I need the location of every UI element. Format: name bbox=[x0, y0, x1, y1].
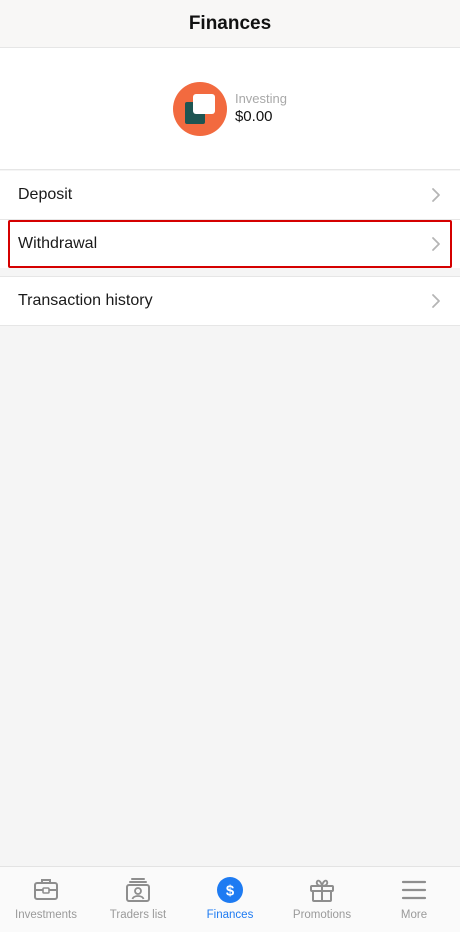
header: Finances bbox=[0, 0, 460, 48]
hamburger-icon bbox=[401, 880, 427, 900]
tab-label: Traders list bbox=[109, 909, 167, 921]
tab-finances[interactable]: $ Finances bbox=[184, 867, 276, 932]
deposit-label: Deposit bbox=[18, 186, 73, 203]
investing-logo-icon bbox=[172, 81, 227, 136]
account-balance: $0.00 bbox=[234, 108, 273, 125]
dollar-icon: $ bbox=[217, 877, 243, 903]
tab-label: Investments bbox=[15, 909, 77, 921]
tab-more[interactable]: More bbox=[368, 867, 460, 932]
bottom-tab-bar: Investments Traders list $ Finances Prom… bbox=[0, 866, 460, 932]
deposit-row[interactable]: Deposit bbox=[0, 171, 460, 219]
chevron-right-icon bbox=[432, 294, 440, 308]
account-label: Investing bbox=[234, 91, 288, 106]
svg-text:$: $ bbox=[226, 883, 235, 900]
withdrawal-row[interactable]: Withdrawal bbox=[0, 220, 460, 268]
tab-label: Promotions bbox=[292, 909, 352, 921]
tab-label: Finances bbox=[206, 909, 254, 921]
trader-card-icon bbox=[126, 878, 150, 902]
tab-promotions[interactable]: Promotions bbox=[276, 867, 368, 932]
tab-traders-list[interactable]: Traders list bbox=[92, 867, 184, 932]
withdrawal-label: Withdrawal bbox=[18, 235, 98, 252]
transaction-history-label: Transaction history bbox=[18, 292, 153, 309]
chevron-right-icon bbox=[432, 188, 440, 202]
finance-menu: Deposit Withdrawal Transaction history bbox=[0, 171, 460, 326]
briefcase-icon bbox=[34, 879, 58, 900]
transaction-history-row[interactable]: Transaction history bbox=[0, 277, 460, 325]
tab-investments[interactable]: Investments bbox=[0, 867, 92, 932]
tab-label: More bbox=[400, 909, 428, 921]
account-summary: Investing $0.00 bbox=[0, 48, 460, 170]
page-title: Finances bbox=[188, 12, 272, 34]
gift-icon bbox=[310, 879, 334, 902]
chevron-right-icon bbox=[432, 237, 440, 251]
